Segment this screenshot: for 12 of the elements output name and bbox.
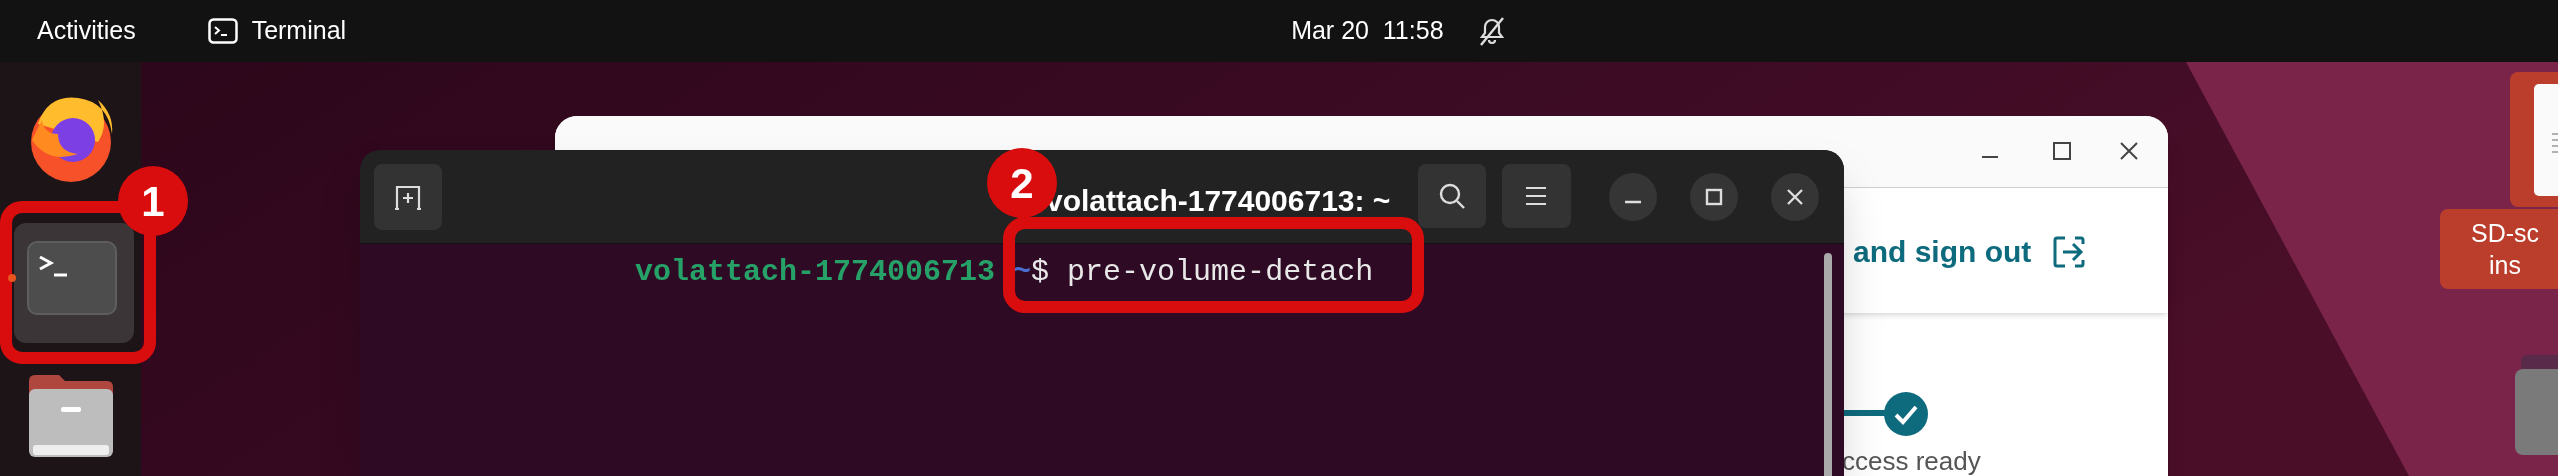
prompt-host: volattach-1774006713 [635,254,996,291]
sign-out-link[interactable]: and sign out [1853,229,2032,274]
activities-button[interactable]: Activities [0,12,144,50]
window-title: volattach-1774006713: ~ [1046,183,1391,219]
command-text: pre-volume-detach [1067,254,1374,291]
step-label: ccess ready [1842,445,1981,476]
prompt-symbol: $ [1031,254,1050,291]
app-menu-label[interactable]: Terminal [251,12,347,50]
desktop-icon-label: SD-sc [2470,218,2540,249]
prompt-path: ~ [1013,254,1032,291]
desktop-icon-label: ins [2489,250,2521,281]
clock[interactable]: Mar 20 11:58 [1291,12,1444,50]
